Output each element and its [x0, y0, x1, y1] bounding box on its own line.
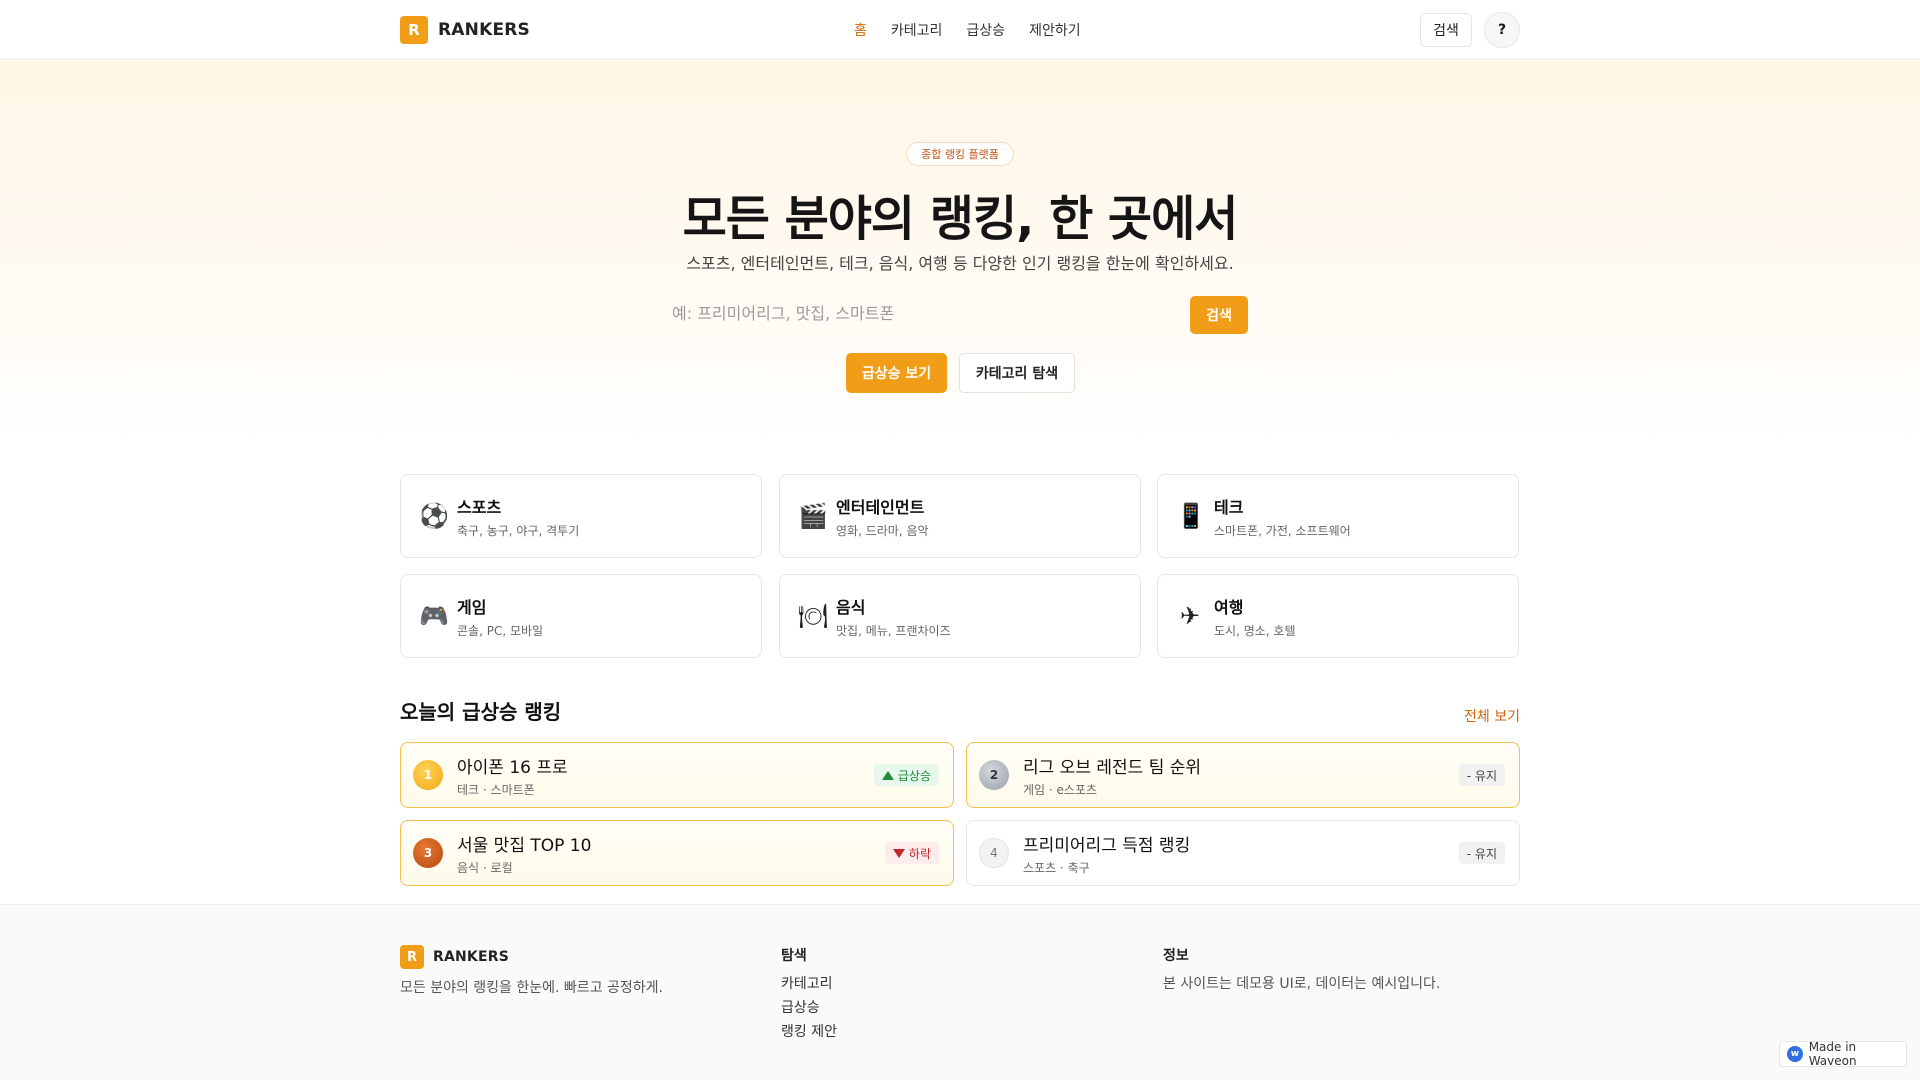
category-card-sports[interactable]: ⚽ 스포츠 축구, 농구, 야구, 격투기	[400, 474, 762, 558]
hero-badge: 종합 랭킹 플랫폼	[906, 142, 1014, 166]
trend-label: - 유지	[1466, 846, 1497, 861]
food-icon: 🍽	[798, 602, 829, 630]
soccer-ball-icon: ⚽	[419, 502, 449, 530]
header-search-button[interactable]: 검색	[1420, 13, 1472, 47]
ranking-meta: 게임 · e스포츠	[1023, 782, 1098, 797]
footer-info-text: 본 사이트는 데모용 UI로, 데이터는 예시입니다.	[1163, 976, 1441, 992]
ranking-card-1[interactable]: 1 아이폰 16 프로 테크 · 스마트폰 급상승	[400, 742, 954, 808]
nav-home[interactable]: 홈	[854, 20, 867, 40]
footer-tagline: 모든 분야의 랭킹을 한눈에. 빠르고 공정하게.	[400, 980, 663, 996]
movie-icon: 🎬	[798, 502, 828, 530]
ranking-meta: 음식 · 로컬	[457, 860, 513, 875]
category-desc: 축구, 농구, 야구, 격투기	[457, 523, 580, 538]
trend-down-icon	[892, 848, 905, 858]
rank-number: 1	[413, 760, 443, 790]
ranking-title: 프리미어리그 득점 랭킹	[1023, 835, 1191, 856]
logo-mark: R	[400, 16, 428, 44]
category-desc: 스마트폰, 가전, 소프트웨어	[1214, 523, 1351, 538]
main-nav: 홈 카테고리 급상승 제안하기	[854, 20, 1081, 40]
ranking-card-4[interactable]: 4 프리미어리그 득점 랭킹 스포츠 · 축구 - 유지	[966, 820, 1520, 886]
hero-section: 종합 랭킹 플랫폼 모든 분야의 랭킹, 한 곳에서 스포츠, 엔터테인먼트, …	[0, 61, 1920, 451]
category-card-tech[interactable]: 📱 테크 스마트폰, 가전, 소프트웨어	[1157, 474, 1519, 558]
category-title: 여행	[1214, 597, 1244, 617]
top-header: R RANKERS 홈 카테고리 급상승 제안하기 검색 ?	[0, 0, 1920, 60]
footer-explore-title: 탐색	[781, 948, 807, 964]
rank-number: 4	[979, 838, 1009, 868]
rising-section-title: 오늘의 급상승 랭킹	[400, 700, 562, 724]
ranking-meta: 스포츠 · 축구	[1023, 860, 1090, 875]
help-button[interactable]: ?	[1484, 12, 1520, 48]
category-card-games[interactable]: 🎮 게임 콘솔, PC, 모바일	[400, 574, 762, 658]
hero-subtitle: 스포츠, 엔터테인먼트, 테크, 음식, 여행 등 다양한 인기 랭킹을 한눈에…	[686, 254, 1234, 273]
trend-badge: 하락	[884, 842, 939, 864]
category-card-travel[interactable]: ✈ 여행 도시, 명소, 호텔	[1157, 574, 1519, 658]
category-desc: 도시, 명소, 호텔	[1214, 623, 1296, 638]
footer-info-title: 정보	[1163, 948, 1189, 964]
hero-search-button[interactable]: 검색	[1190, 296, 1248, 334]
hero-search-input[interactable]	[660, 295, 1184, 331]
category-title: 스포츠	[457, 497, 502, 517]
category-title: 게임	[457, 597, 487, 617]
logo-text: RANKERS	[438, 20, 530, 40]
category-card-food[interactable]: 🍽 음식 맛집, 메뉴, 프랜차이즈	[779, 574, 1141, 658]
footer-link-categories[interactable]: 카테고리	[781, 973, 833, 993]
ranking-title: 서울 맛집 TOP 10	[457, 835, 592, 856]
logo-text: RANKERS	[433, 949, 510, 965]
nav-suggest[interactable]: 제안하기	[1029, 20, 1081, 40]
hero-title: 모든 분야의 랭킹, 한 곳에서	[682, 191, 1239, 247]
nav-rising[interactable]: 급상승	[966, 20, 1005, 40]
made-in-waveon-badge[interactable]: w Made in Waveon	[1779, 1040, 1907, 1068]
category-card-entertainment[interactable]: 🎬 엔터테인먼트 영화, 드라마, 음악	[779, 474, 1141, 558]
trend-badge: - 유지	[1458, 764, 1505, 786]
category-title: 엔터테인먼트	[836, 497, 925, 517]
rank-number: 2	[979, 760, 1009, 790]
footer-link-suggest[interactable]: 랭킹 제안	[781, 1021, 837, 1041]
category-title: 음식	[836, 597, 866, 617]
rank-number: 3	[413, 838, 443, 868]
trend-up-icon	[881, 770, 894, 780]
gamepad-icon: 🎮	[419, 602, 449, 630]
logo[interactable]: R RANKERS	[400, 16, 530, 44]
category-desc: 맛집, 메뉴, 프랜차이즈	[836, 623, 951, 638]
trend-badge: 급상승	[873, 764, 939, 786]
category-title: 테크	[1214, 497, 1244, 517]
view-rising-button[interactable]: 급상승 보기	[846, 353, 947, 393]
waveon-label: Made in Waveon	[1808, 1040, 1857, 1068]
category-desc: 영화, 드라마, 음악	[836, 523, 929, 538]
see-all-link[interactable]: 전체 보기	[1464, 706, 1520, 726]
trend-label: 하락	[908, 846, 931, 861]
ranking-meta: 테크 · 스마트폰	[457, 782, 535, 797]
ranking-card-2[interactable]: 2 리그 오브 레전드 팀 순위 게임 · e스포츠 - 유지	[966, 742, 1520, 808]
phone-icon: 📱	[1176, 502, 1206, 530]
explore-categories-button[interactable]: 카테고리 탐색	[959, 353, 1075, 393]
waveon-icon: w	[1787, 1046, 1803, 1062]
trend-badge: - 유지	[1458, 842, 1505, 864]
footer: R RANKERS 모든 분야의 랭킹을 한눈에. 빠르고 공정하게. 탐색 카…	[0, 904, 1920, 1080]
ranking-title: 아이폰 16 프로	[457, 757, 568, 778]
ranking-card-3[interactable]: 3 서울 맛집 TOP 10 음식 · 로컬 하락	[400, 820, 954, 886]
trend-label: 급상승	[897, 768, 931, 783]
ranking-title: 리그 오브 레전드 팀 순위	[1023, 757, 1202, 778]
logo-mark: R	[400, 945, 424, 969]
nav-categories[interactable]: 카테고리	[891, 20, 943, 40]
footer-logo[interactable]: R RANKERS	[400, 945, 509, 969]
airplane-icon: ✈	[1179, 602, 1201, 630]
trend-label: - 유지	[1466, 768, 1497, 783]
category-desc: 콘솔, PC, 모바일	[457, 623, 544, 638]
footer-link-rising[interactable]: 급상승	[781, 997, 820, 1017]
